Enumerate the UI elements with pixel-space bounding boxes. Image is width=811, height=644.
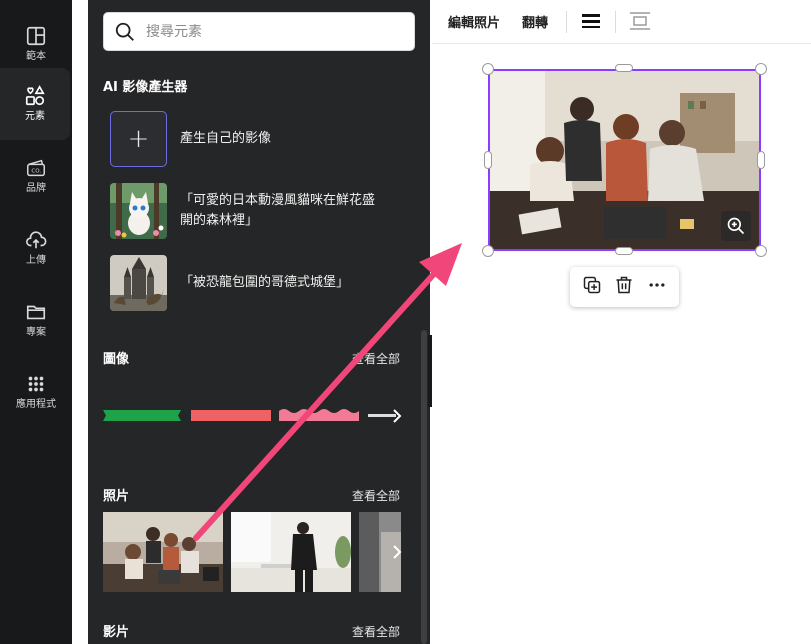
- template-icon: [26, 26, 46, 46]
- graphics-next-button[interactable]: [384, 403, 410, 429]
- chevron-right-icon: [393, 545, 402, 559]
- photo-thumbnail-man-working[interactable]: [231, 512, 351, 592]
- green-tape-sticker[interactable]: [103, 410, 181, 421]
- flip-button[interactable]: 翻轉: [522, 12, 548, 31]
- videos-title: 影片: [103, 625, 130, 640]
- pink-wavy-tape-sticker[interactable]: [279, 407, 359, 421]
- toolbar-divider: [566, 10, 567, 33]
- plus-icon: +: [110, 111, 167, 167]
- resize-handle-bottom-left[interactable]: [482, 245, 494, 257]
- photos-next-button[interactable]: [384, 539, 410, 565]
- apps-icon: [28, 376, 44, 392]
- red-tape-sticker[interactable]: [191, 410, 271, 421]
- left-rail: 範本 元素 CO. 品牌 上傳 專案 應用程式: [0, 0, 72, 644]
- graphics-title: 圖像: [103, 352, 130, 367]
- more-options-button[interactable]: [647, 275, 667, 299]
- ai-item-label-line2: 開的森林裡」: [180, 213, 259, 228]
- ai-item-label: 「被恐龍包圍的哥德式城堡」: [180, 275, 350, 290]
- ai-prompt-anime-cat[interactable]: 「可愛的日本動漫風貓咪在鮮花盛 開的森林裡」: [110, 182, 410, 240]
- rail-label: 專案: [26, 327, 46, 338]
- ai-item-label: 產生自己的影像: [180, 131, 272, 146]
- rail-label: 元素: [25, 111, 45, 122]
- photo-thumbnail-team-laptop[interactable]: [103, 512, 223, 592]
- edit-photo-button[interactable]: 編輯照片: [448, 12, 500, 31]
- duplicate-button[interactable]: [582, 275, 602, 299]
- rail-item-brand[interactable]: CO. 品牌: [0, 140, 72, 212]
- rail-label: 品牌: [26, 183, 46, 194]
- elements-panel: AI 影像產生器 + 產生自己的影像 「可愛的日本動漫風貓咪在鮮花盛: [88, 0, 430, 644]
- rail-item-projects[interactable]: 專案: [0, 284, 72, 356]
- search-icon: [115, 22, 134, 41]
- zoom-in-button[interactable]: [721, 211, 751, 241]
- ai-generator-title: AI 影像產生器: [103, 80, 188, 95]
- line-weight-icon: [582, 14, 600, 28]
- resize-handle-top[interactable]: [615, 64, 633, 72]
- position-button[interactable]: [629, 11, 651, 35]
- toolbar-divider: [615, 10, 616, 33]
- delete-button[interactable]: [614, 275, 634, 299]
- editor-toolbar: 編輯照片 翻轉: [432, 0, 811, 44]
- brand-icon: CO.: [27, 159, 45, 177]
- search-box[interactable]: [103, 12, 415, 51]
- svg-text:CO.: CO.: [31, 169, 41, 175]
- rail-item-elements[interactable]: 元素: [0, 68, 70, 140]
- resize-handle-left[interactable]: [484, 151, 492, 169]
- rail-label: 應用程式: [16, 399, 56, 410]
- photos-title: 照片: [103, 489, 130, 504]
- panel-scrollbar[interactable]: [421, 330, 427, 644]
- search-input[interactable]: [146, 23, 386, 40]
- more-horizontal-icon: [649, 283, 665, 287]
- gothic-castle-thumbnail: [110, 255, 167, 311]
- graphics-see-all-link[interactable]: 查看全部: [352, 350, 400, 367]
- zoom-in-icon: [727, 217, 745, 235]
- ai-generate-own-image[interactable]: + 產生自己的影像: [110, 110, 410, 168]
- resize-handle-top-right[interactable]: [755, 63, 767, 75]
- resize-handle-right[interactable]: [757, 151, 765, 169]
- line-weight-button[interactable]: [581, 11, 601, 35]
- ai-item-label-line1: 「可愛的日本動漫風貓咪在鮮花盛: [180, 193, 376, 208]
- ai-prompt-gothic-castle[interactable]: 「被恐龍包圍的哥德式城堡」: [110, 254, 410, 312]
- rail-item-uploads[interactable]: 上傳: [0, 212, 72, 284]
- trash-icon: [616, 276, 632, 294]
- rail-label: 上傳: [26, 255, 46, 266]
- resize-handle-bottom[interactable]: [615, 247, 633, 255]
- resize-handle-top-left[interactable]: [482, 63, 494, 75]
- photos-see-all-link[interactable]: 查看全部: [352, 487, 400, 504]
- upload-icon: [26, 231, 47, 249]
- chevron-right-icon: [393, 409, 402, 423]
- videos-see-all-link[interactable]: 查看全部: [352, 623, 400, 640]
- duplicate-icon: [583, 276, 601, 294]
- elements-icon: [25, 85, 45, 106]
- ai-item-label: 「可愛的日本動漫風貓咪在鮮花盛 開的森林裡」: [180, 191, 375, 231]
- align-center-icon: [630, 12, 650, 30]
- folder-icon: [26, 305, 46, 320]
- rail-item-apps[interactable]: 應用程式: [0, 356, 72, 428]
- resize-handle-bottom-right[interactable]: [755, 245, 767, 257]
- element-context-toolbar: [570, 267, 679, 307]
- rail-label: 範本: [26, 51, 46, 62]
- anime-cat-thumbnail: [110, 183, 167, 239]
